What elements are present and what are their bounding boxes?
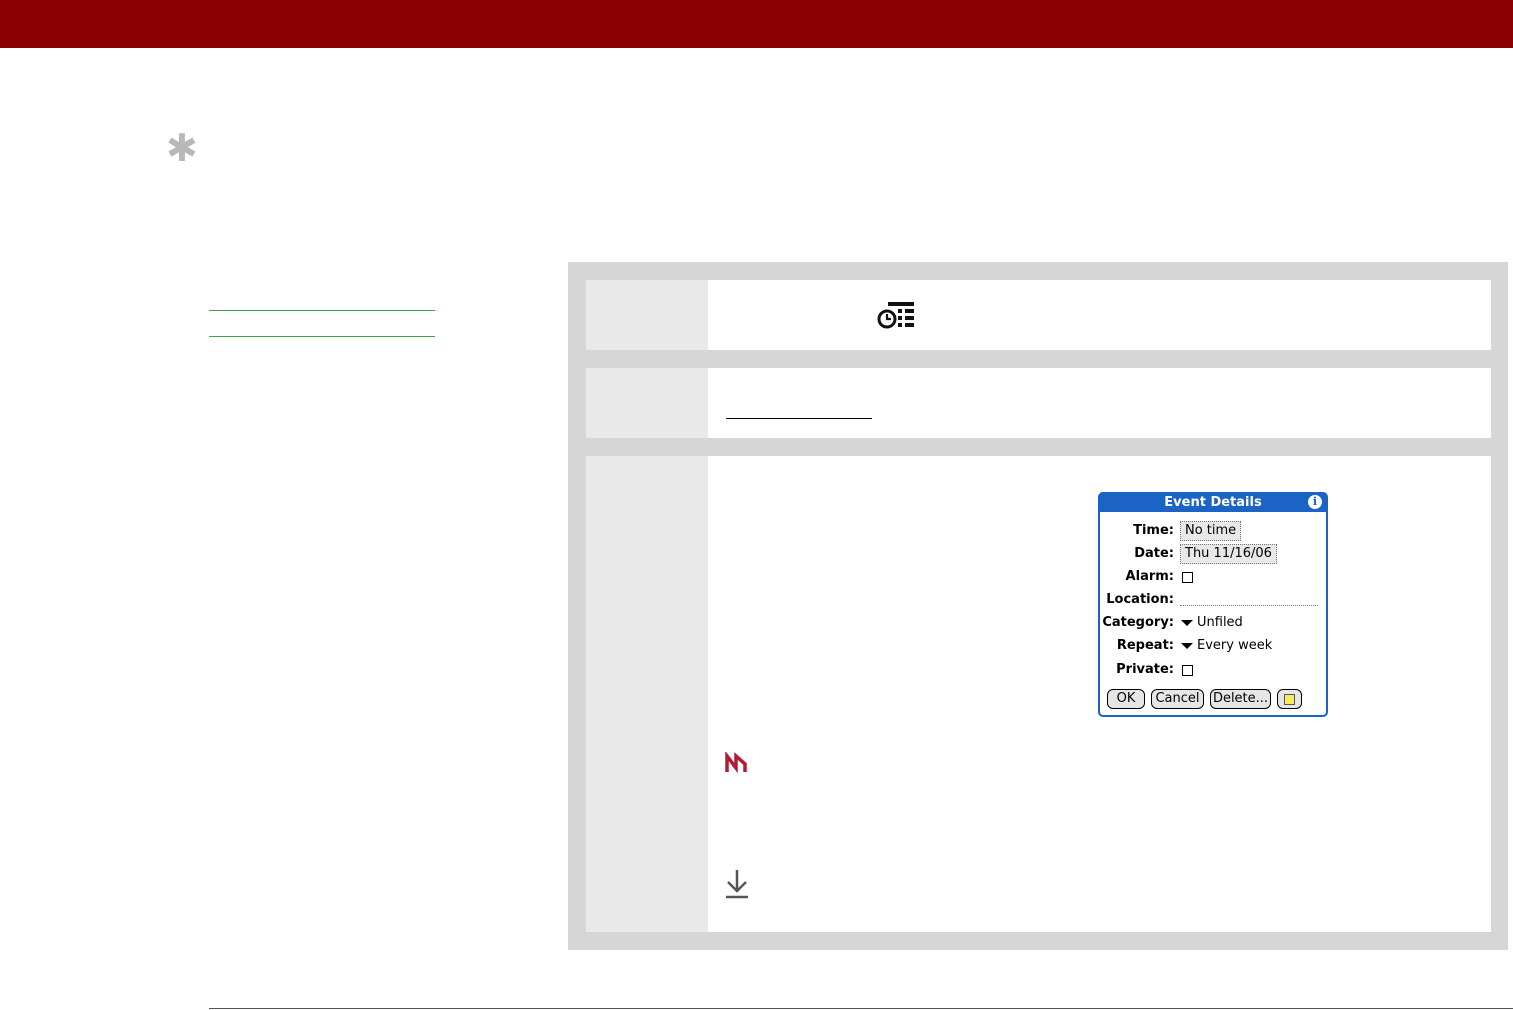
dialog-button-row: OK Cancel Delete... [1100,689,1326,709]
time-selector[interactable]: No time [1180,521,1242,541]
repeat-label: Repeat: [1116,638,1174,653]
private-row: Private: [1100,660,1326,680]
footer-rule [209,1008,1513,1009]
alarm-checkbox[interactable] [1182,572,1193,583]
continued-arrow-icon [726,870,748,899]
time-label: Time: [1133,523,1174,538]
event-details-dialog: Event Details i Time: No time Date: Thu … [1098,492,1328,717]
step-1 [586,280,1491,350]
alarm-row: Alarm: [1100,567,1326,587]
important-icon [725,752,747,774]
step-content: Event Details i Time: No time Date: Thu … [708,456,1491,932]
location-row: Location: [1100,590,1326,610]
asterisk-icon: ✱ [166,126,198,170]
location-field[interactable] [1180,605,1318,606]
step-3: Event Details i Time: No time Date: Thu … [586,456,1491,932]
repeat-row: Repeat: Every week [1100,636,1326,656]
step-number-cell [586,456,708,932]
dialog-title-bar: Event Details i [1100,494,1326,512]
step-content [708,368,1491,438]
category-row: Category: Unfiled [1100,613,1326,633]
location-label: Location: [1106,592,1174,607]
info-icon[interactable]: i [1308,495,1322,509]
note-button[interactable] [1277,689,1302,709]
header-bar [0,0,1513,48]
procedure-box: Event Details i Time: No time Date: Thu … [568,262,1508,950]
cancel-button[interactable]: Cancel [1151,689,1204,709]
private-checkbox[interactable] [1182,665,1193,676]
category-picker[interactable]: Unfiled [1197,615,1243,630]
step-2 [586,368,1491,438]
cross-reference-link[interactable] [726,418,872,419]
agenda-view-icon[interactable] [876,300,916,330]
repeat-picker[interactable]: Every week [1197,638,1272,653]
date-row: Date: Thu 11/16/06 [1100,544,1326,564]
step-number-cell [586,368,708,438]
time-row: Time: No time [1100,521,1326,541]
related-topic-link[interactable] [209,336,435,337]
note-icon [1284,694,1295,705]
ok-button[interactable]: OK [1107,689,1145,709]
alarm-label: Alarm: [1125,569,1174,584]
date-label: Date: [1134,546,1174,561]
step-content [708,280,1491,350]
dropdown-arrow-icon[interactable] [1181,643,1193,649]
dropdown-arrow-icon[interactable] [1181,620,1193,626]
private-label: Private: [1116,662,1174,677]
delete-button[interactable]: Delete... [1210,689,1271,709]
category-label: Category: [1102,615,1174,630]
date-selector[interactable]: Thu 11/16/06 [1180,544,1277,564]
step-number-cell [586,280,708,350]
related-topic-link[interactable] [209,310,435,311]
dialog-title: Event Details [1164,495,1262,510]
